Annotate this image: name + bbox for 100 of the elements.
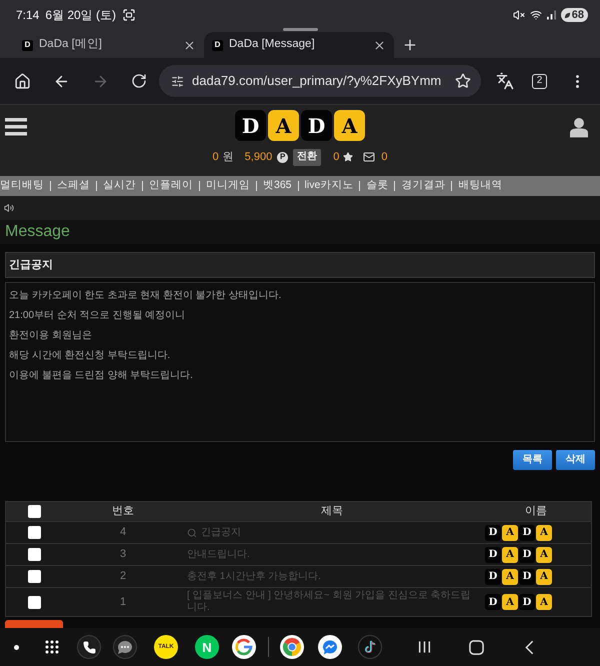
browser-tab[interactable]: D DaDa [메인]: [14, 32, 204, 58]
author-logo-tile: D: [519, 594, 535, 610]
message-app-icon[interactable]: [113, 635, 137, 659]
nav-link[interactable]: 슬롯: [366, 178, 388, 194]
nav-link[interactable]: 스페셜: [57, 178, 90, 194]
author-logo-tile: A: [502, 524, 518, 540]
back-icon[interactable]: [524, 640, 534, 654]
row-number: 2: [120, 569, 126, 584]
message-title-link[interactable]: 안내드립니다.: [187, 548, 250, 560]
logo-tile: D: [301, 110, 332, 141]
segmented-circle-app-icon[interactable]: [280, 635, 304, 659]
music-note-app-icon[interactable]: [358, 635, 382, 659]
leaf-icon: [564, 12, 571, 18]
translate-icon[interactable]: [496, 72, 514, 90]
message-title-link[interactable]: [ 입플보너스 안내 ] 안녕하세요~ 회원 가입을 진심으로 축하드립니다.: [187, 590, 475, 614]
nav-link[interactable]: 미니게임: [206, 178, 250, 194]
messages-count: 0: [381, 150, 388, 165]
battery-percent: 68: [572, 10, 584, 20]
column-header: 번호: [112, 504, 134, 520]
nav-link[interactable]: 벳365: [263, 178, 292, 194]
logo-tile: D: [235, 110, 266, 141]
checkbox[interactable]: [28, 526, 41, 539]
n-app-button[interactable]: N: [195, 635, 219, 659]
notice-line: 이용에 불편을 드린점 양해 부탁드립니다.: [9, 369, 193, 383]
user-icon[interactable]: [570, 117, 588, 138]
close-icon[interactable]: [373, 38, 386, 52]
address-bar[interactable]: dada79.com/user_primary/?y%2FXyBYmm: [159, 65, 481, 97]
row-number: 3: [120, 547, 126, 562]
nav-link[interactable]: live카지노: [304, 178, 354, 194]
author-logo-tile: D: [485, 594, 501, 610]
ring-logo-app-icon[interactable]: [232, 635, 256, 659]
signal-icon: [546, 10, 556, 20]
status-date: 6월 20일 (토): [45, 7, 116, 24]
reload-icon[interactable]: [131, 73, 147, 89]
logo-tile: A: [268, 110, 299, 141]
nav-link[interactable]: 배팅내역: [458, 178, 502, 194]
author-logo-tile: D: [519, 568, 535, 584]
tab-favicon: D: [22, 40, 33, 50]
balance-amount: 0: [212, 150, 219, 165]
author-logo-tile: D: [485, 568, 501, 584]
author-logo-tile: A: [536, 524, 552, 540]
phone-app-icon[interactable]: [77, 635, 101, 659]
close-icon[interactable]: [183, 38, 196, 52]
nav-link[interactable]: 경기결과: [401, 178, 446, 194]
point-badge: P: [277, 152, 288, 162]
author-logo-tile: A: [502, 568, 518, 584]
speaker-icon[interactable]: [4, 203, 14, 213]
author-logo-tile: A: [536, 568, 552, 584]
url-text: dada79.com/user_primary/?y%2FXyBYmm: [192, 72, 442, 90]
favorites-count: 0: [333, 150, 340, 165]
menu-icon[interactable]: [5, 118, 27, 136]
nav-link[interactable]: 인플레이: [149, 178, 193, 194]
logo-tile: A: [334, 110, 365, 141]
drag-handle[interactable]: [283, 28, 318, 31]
recent-apps-icon[interactable]: [418, 640, 430, 654]
author-logo-tile: A: [502, 546, 518, 562]
delete-button[interactable]: 삭제: [556, 450, 595, 470]
author-logo-tile: D: [519, 524, 535, 540]
author-logo-tile: D: [519, 546, 535, 562]
notice-line: 환전이용 회원님은: [9, 329, 92, 343]
tab-favicon: D: [212, 40, 223, 50]
checkbox[interactable]: [28, 548, 41, 561]
tab-title: DaDa [메인]: [39, 37, 102, 52]
screenshot-icon: [123, 9, 136, 21]
list-button[interactable]: 목록: [513, 450, 552, 470]
notice-line: 해당 시간에 환전신청 부탁드립니다.: [9, 349, 170, 363]
currency-unit: 원: [222, 150, 234, 165]
notice-title: 긴급공지: [9, 258, 53, 273]
envelope-icon[interactable]: [363, 151, 376, 163]
home-button-icon[interactable]: [468, 640, 484, 654]
checkbox[interactable]: [28, 570, 41, 583]
author-logo-tile: A: [502, 594, 518, 610]
bookmark-star-icon[interactable]: [455, 73, 471, 89]
status-time: 7:14: [16, 7, 40, 24]
page-title: Message: [5, 224, 70, 240]
site-settings-icon[interactable]: [171, 74, 184, 88]
convert-button[interactable]: 전환: [293, 148, 322, 166]
message-title-link[interactable]: 긴급공지: [201, 526, 241, 538]
chat-bubble-app-icon[interactable]: [318, 635, 342, 659]
notice-line: 21:00부터 순처 적으로 진행될 예정이니: [9, 309, 186, 323]
nav-link[interactable]: 멀티배팅: [0, 178, 44, 194]
points-amount: 5,900: [244, 150, 272, 165]
star-icon: [343, 152, 354, 162]
author-logo-tile: A: [536, 594, 552, 610]
author-logo-tile: A: [536, 546, 552, 562]
row-number: 1: [120, 594, 126, 610]
home-icon[interactable]: [14, 72, 31, 90]
author-logo-tile: D: [485, 546, 501, 562]
new-tab-icon[interactable]: [402, 37, 418, 53]
browser-tab[interactable]: D DaDa [Message]: [204, 32, 394, 58]
tab-title: DaDa [Message]: [229, 37, 315, 52]
apps-grid-icon[interactable]: [45, 640, 59, 654]
checkbox[interactable]: [28, 596, 41, 608]
nav-link[interactable]: 실시간: [103, 178, 136, 194]
checkbox[interactable]: [28, 505, 41, 518]
author-logo-tile: D: [485, 524, 501, 540]
tab-count-button[interactable]: 2: [532, 74, 547, 88]
column-header: 제목: [321, 504, 343, 520]
message-title-link[interactable]: 충전후 1시간난후 가능합니다.: [187, 570, 321, 582]
column-header: 이름: [525, 504, 547, 520]
